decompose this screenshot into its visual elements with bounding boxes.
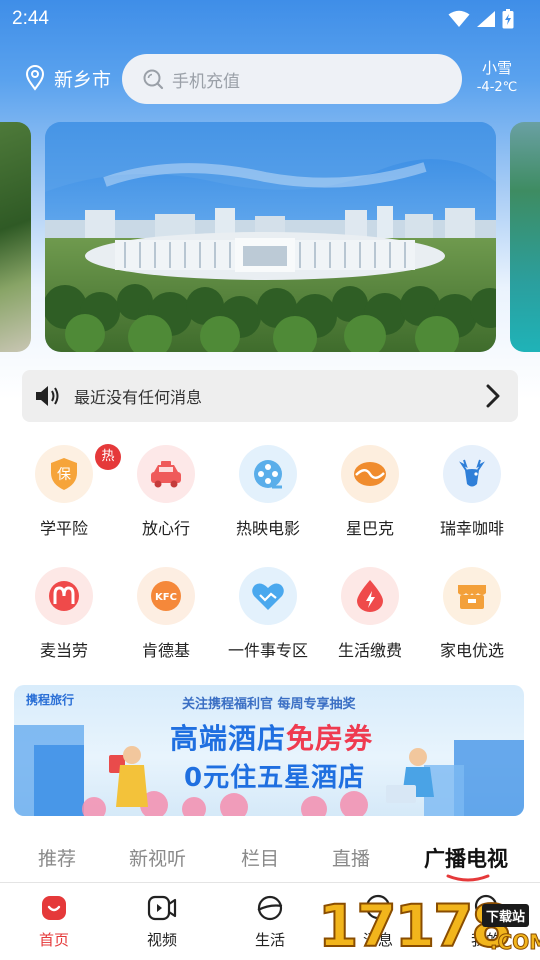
notice-bar[interactable]: 最近没有任何消息 [22, 370, 518, 422]
deer-icon [443, 445, 501, 503]
search-placeholder: 手机充值 [172, 71, 240, 92]
home-icon [39, 893, 69, 923]
service-kendeji[interactable]: KFC 肯德基 [115, 562, 217, 684]
ad-line-2-red: 免房券 [286, 722, 374, 755]
banner-slide-image[interactable] [45, 122, 496, 352]
speaker-icon [36, 386, 59, 406]
ad-line-2-blue: 高端酒店 [170, 722, 287, 755]
watermark-download-label: 下载站 [482, 904, 530, 927]
service-label: 麦当劳 [39, 641, 88, 660]
banner-carousel[interactable] [0, 122, 540, 352]
weather-condition: 小雪 [481, 59, 512, 77]
service-label: 热映电影 [235, 519, 300, 538]
service-label: 肯德基 [141, 641, 190, 660]
promo-banner[interactable]: 携程旅行 关注携程福利官 每周专享抽奖 高端酒店免房券 0元住五星酒店 [14, 685, 524, 816]
banner-prev-slide[interactable] [0, 122, 31, 352]
tab-broadcast-tv[interactable]: 广播电视 [424, 843, 508, 873]
nav-life[interactable]: 生活 [230, 893, 310, 950]
service-xuepingxian[interactable]: 保 热 学平险 [13, 440, 121, 562]
watermark-domain: .COM [489, 930, 540, 955]
content-tabs: 推荐 新视听 栏目 直播 广播电视 [0, 838, 540, 882]
nav-video[interactable]: 视频 [122, 893, 202, 950]
ad-line-3: 0元住五星酒店 [184, 763, 366, 793]
tab-recommend[interactable]: 推荐 [38, 844, 76, 871]
services-row-2: 麦当劳 KFC 肯德基 一件事专区 生活缴费 家电优选 [0, 562, 540, 684]
coffee-bean-icon [341, 445, 399, 503]
ad-line-1: 关注携程福利官 每周专享抽奖 [182, 697, 356, 712]
cellular-signal-icon [477, 11, 495, 27]
search-input[interactable]: 手机充值 [122, 54, 462, 104]
film-reel-icon [239, 445, 297, 503]
status-icons [448, 9, 514, 29]
weather-widget[interactable]: 小雪 -4-2℃ [474, 58, 520, 98]
status-bar: 2:44 [0, 0, 540, 38]
tab-columns[interactable]: 栏目 [241, 844, 279, 871]
tab-new-media[interactable]: 新视听 [129, 844, 186, 871]
nav-label: 视频 [146, 931, 177, 949]
battery-icon [502, 9, 514, 29]
service-fangxinxing[interactable]: 放心行 [115, 440, 217, 562]
service-label: 家电优选 [439, 641, 504, 660]
handshake-heart-icon [239, 567, 297, 625]
service-label: 生活缴费 [337, 641, 402, 660]
services-grid: 保 热 学平险 放心行 热映电影 星巴克 瑞幸咖啡 麦当劳 KFC 肯德基 一件… [0, 440, 540, 684]
chevron-right-icon[interactable] [486, 384, 500, 408]
service-ruixing-kafei[interactable]: 瑞幸咖啡 [421, 440, 523, 562]
ad-line-2: 高端酒店免房券 [170, 717, 373, 757]
service-label: 一件事专区 [227, 641, 308, 660]
banner-next-slide[interactable] [510, 122, 540, 352]
service-label: 瑞幸咖啡 [439, 519, 504, 538]
notice-text: 最近没有任何消息 [74, 388, 203, 407]
nav-label: 首页 [38, 931, 69, 949]
service-reying-dianying[interactable]: 热映电影 [217, 440, 319, 562]
planet-icon [255, 893, 285, 923]
service-jiadian-youxuan[interactable]: 家电优选 [421, 562, 523, 684]
video-icon [147, 893, 177, 923]
svg-text:KFC: KFC [155, 592, 177, 603]
city-aerial-illustration [45, 122, 496, 352]
ad-brand: 携程旅行 [26, 693, 75, 707]
service-maidanglao[interactable]: 麦当劳 [13, 562, 115, 684]
service-label: 星巴克 [345, 519, 394, 538]
search-icon [143, 69, 164, 90]
nav-label: 生活 [254, 931, 285, 949]
service-xingbake[interactable]: 星巴克 [319, 440, 421, 562]
service-label: 学平险 [39, 519, 88, 538]
header-row: 新乡市 手机充值 小雪 -4-2℃ [0, 52, 540, 104]
service-shenghuo-jiaofei[interactable]: 生活缴费 [319, 562, 421, 684]
utility-drop-icon [341, 567, 399, 625]
services-row-1: 保 热 学平险 放心行 热映电影 星巴克 瑞幸咖啡 [0, 440, 540, 562]
nav-home[interactable]: 首页 [14, 893, 94, 950]
service-yijianshi[interactable]: 一件事专区 [217, 562, 319, 684]
weather-temperature: -4-2℃ [476, 80, 518, 95]
location-pin-icon [25, 65, 45, 91]
tab-live[interactable]: 直播 [332, 844, 370, 871]
status-time: 2:44 [12, 8, 49, 29]
kfc-icon: KFC [137, 567, 195, 625]
watermark-digits: 17178 [317, 891, 513, 960]
appliance-store-icon [443, 567, 501, 625]
svg-text:保: 保 [57, 467, 71, 483]
service-label: 放心行 [141, 519, 190, 538]
location-name: 新乡市 [54, 68, 112, 91]
shield-icon: 保 [35, 445, 93, 503]
taxi-icon [137, 445, 195, 503]
wifi-icon [448, 10, 470, 27]
mcdonalds-icon [35, 567, 93, 625]
location-selector[interactable]: 新乡市 [24, 65, 111, 92]
watermark-logo: 17178 下载站 .COM [314, 890, 540, 960]
